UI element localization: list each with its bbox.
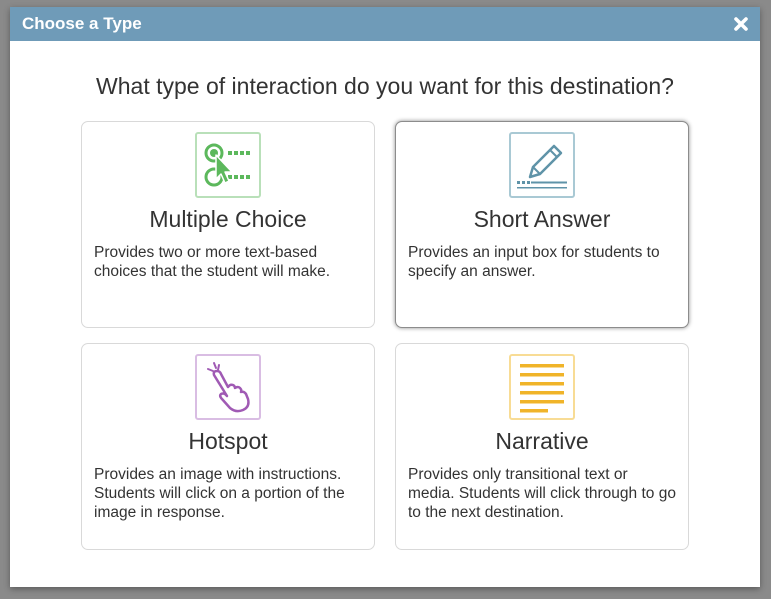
text-lines-icon (509, 354, 575, 420)
card-title: Narrative (495, 428, 589, 454)
card-hotspot[interactable]: Hotspot Provides an image with instructi… (81, 343, 375, 550)
dialog-title: Choose a Type (22, 14, 142, 33)
card-short-answer[interactable]: Short Answer Provides an input box for s… (395, 121, 689, 328)
card-description: Provides an image with instructions. Stu… (94, 466, 345, 521)
dialog-question: What type of interaction do you want for… (96, 73, 674, 99)
close-icon[interactable] (732, 15, 750, 33)
tap-hand-icon (195, 354, 261, 420)
dialog-titlebar: Choose a Type (10, 7, 760, 41)
multiple-choice-icon (195, 132, 261, 198)
card-description: Provides an input box for students to sp… (408, 244, 660, 280)
card-description: Provides only transitional text or media… (408, 466, 676, 521)
pencil-icon (509, 132, 575, 198)
card-title: Multiple Choice (149, 206, 307, 232)
card-title: Hotspot (188, 428, 268, 454)
card-description: Provides two or more text-based choices … (94, 244, 331, 280)
card-multiple-choice[interactable]: Multiple Choice Provides two or more tex… (81, 121, 375, 328)
card-narrative[interactable]: Narrative Provides only transitional tex… (395, 343, 689, 550)
choose-type-dialog: Choose a Type What type of interaction d… (10, 7, 760, 587)
card-title: Short Answer (473, 206, 611, 232)
